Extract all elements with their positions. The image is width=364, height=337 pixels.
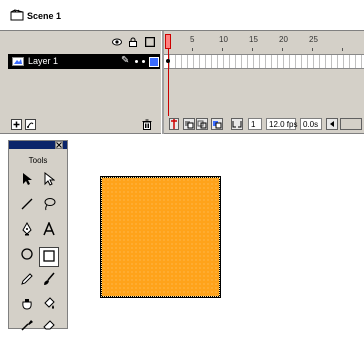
edit-multiple-frames-icon	[213, 121, 222, 129]
layer-pane: Layer 1 ✎	[8, 33, 160, 133]
layer-row[interactable]: Layer 1 ✎	[8, 54, 160, 69]
layer-name[interactable]: Layer 1	[28, 56, 58, 66]
oval-tool-icon[interactable]	[17, 247, 37, 267]
center-frame-button[interactable]	[169, 118, 179, 130]
outline-icon[interactable]	[145, 37, 155, 47]
onion-skin-icon	[185, 121, 194, 129]
paint-bucket-tool-icon[interactable]	[39, 297, 59, 317]
onion-outlines-button[interactable]	[196, 118, 208, 130]
ruler-tick	[282, 48, 283, 51]
frames-row[interactable]	[164, 54, 364, 69]
ruler-number: 20	[279, 35, 288, 44]
pencil-tool-icon[interactable]	[17, 272, 37, 292]
edit-multiple-frames-button[interactable]	[211, 118, 223, 130]
subselect-tool-icon[interactable]	[39, 171, 59, 192]
pencil-icon: ✎	[121, 55, 130, 66]
layer-header	[8, 33, 160, 51]
ruler-tick	[222, 48, 223, 51]
toolbox-panel: Tools	[8, 140, 68, 331]
timeline-footer: 1 12.0 fps 0.0s	[164, 116, 364, 133]
visibility-dot[interactable]	[135, 60, 138, 63]
scene-bar: Scene 1	[0, 0, 364, 30]
scroll-left-button[interactable]	[326, 118, 338, 130]
timeline-panel: Layer 1 ✎ 1 5 10 15 20	[0, 30, 364, 135]
ruler-number: 10	[219, 35, 228, 44]
layer-empty-area	[8, 70, 160, 114]
layer-footer	[8, 116, 160, 133]
keyframe[interactable]	[166, 59, 170, 63]
add-guide-layer-button[interactable]	[25, 119, 36, 130]
ruler-tick	[252, 48, 253, 51]
layer-outline-color[interactable]	[149, 57, 159, 67]
current-frame-field: 1	[248, 118, 262, 130]
text-tool-icon[interactable]	[39, 221, 59, 242]
eye-icon[interactable]	[112, 37, 122, 47]
lock-icon[interactable]	[128, 37, 138, 47]
onion-skin-button[interactable]	[183, 118, 195, 130]
timeline-horizontal-scrollbar[interactable]	[340, 118, 362, 130]
stage-area[interactable]: Tools	[0, 134, 364, 331]
ink-bottle-tool-icon[interactable]	[17, 297, 37, 317]
onion-outlines-icon	[197, 120, 207, 129]
rectangle-tool-icon[interactable]	[39, 247, 59, 267]
ruler-tick	[342, 48, 343, 51]
frames-pane: 1 5 10 15 20 25	[164, 33, 364, 133]
pen-tool-icon[interactable]	[17, 221, 37, 242]
scroll-left-icon	[330, 121, 334, 127]
line-tool-icon[interactable]	[17, 197, 37, 217]
ruler-tick	[312, 48, 313, 51]
frames-empty-area	[164, 70, 364, 114]
ruler-number: 5	[190, 35, 195, 44]
elapsed-time-field: 0.0s	[300, 118, 322, 130]
add-layer-icon	[13, 121, 20, 128]
orange-square-shape[interactable]	[100, 176, 221, 298]
toolbox-close-button[interactable]	[55, 141, 63, 149]
add-layer-button[interactable]	[11, 119, 22, 130]
scene-label[interactable]: Scene 1	[27, 11, 61, 21]
frame-ruler[interactable]: 1 5 10 15 20 25	[164, 33, 364, 51]
ruler-number: 25	[309, 35, 318, 44]
guide-layer-icon	[27, 122, 34, 128]
eraser-tool-icon[interactable]	[39, 317, 59, 330]
dropper-tool-icon[interactable]	[17, 317, 37, 331]
trash-icon[interactable]	[142, 119, 152, 130]
onion-markers-icon	[232, 121, 242, 128]
modify-onion-markers-button[interactable]	[231, 118, 243, 130]
playhead[interactable]	[165, 34, 171, 49]
close-icon	[56, 142, 62, 148]
ruler-tick	[192, 48, 193, 51]
ruler-number: 15	[249, 35, 258, 44]
lasso-tool-icon[interactable]	[39, 197, 59, 217]
toolbox-title: Tools	[28, 156, 48, 165]
frame-rate-field: 12.0 fps	[266, 118, 297, 130]
brush-tool-icon[interactable]	[39, 272, 59, 292]
lock-dot[interactable]	[142, 60, 145, 63]
layer-type-icon	[12, 57, 24, 66]
center-frame-icon	[171, 119, 177, 129]
arrow-tool-icon[interactable]	[17, 172, 37, 192]
scene-icon[interactable]	[10, 9, 24, 21]
